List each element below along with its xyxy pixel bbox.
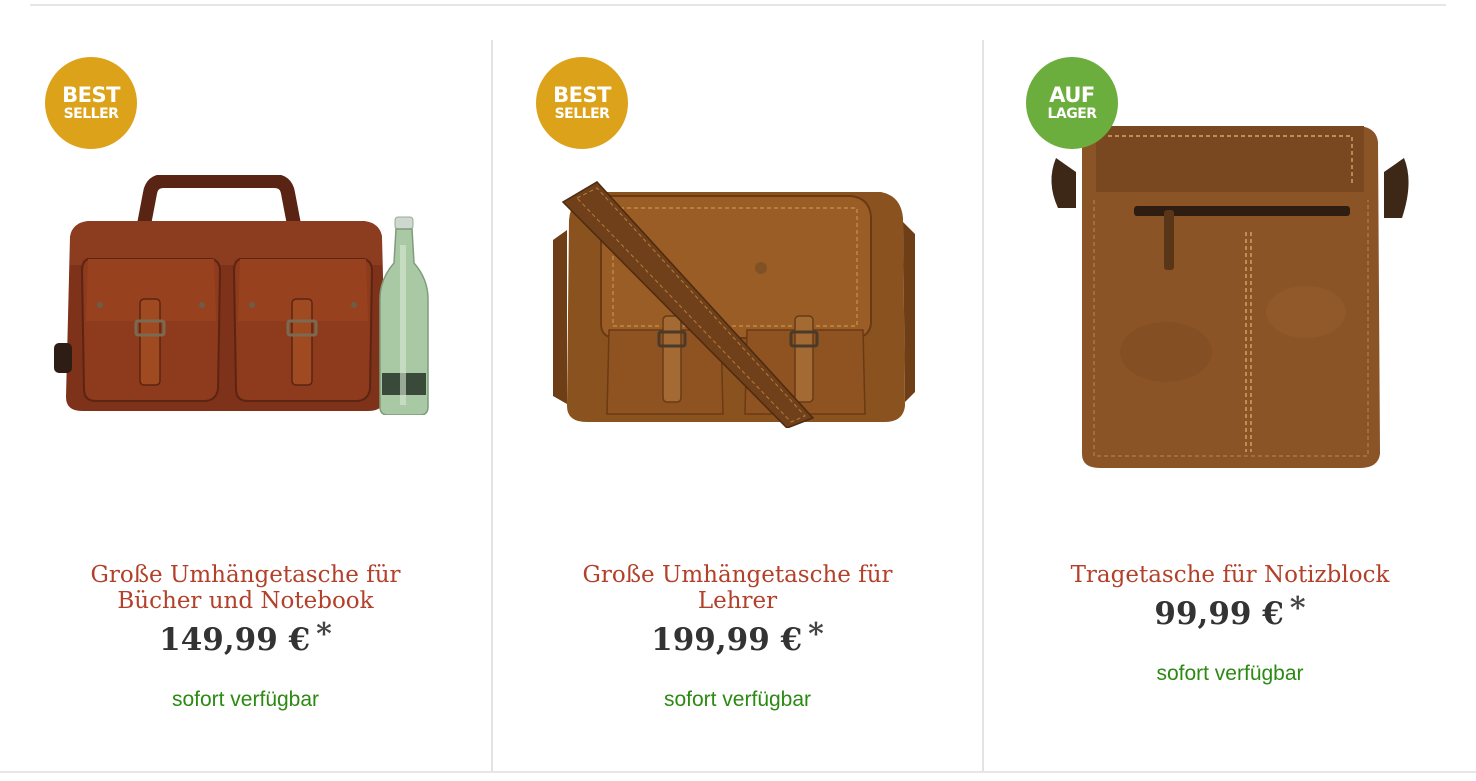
- product-card[interactable]: BEST SELLER Große Umhängetasche für Lehr…: [491, 40, 982, 771]
- bestseller-badge: BEST SELLER: [536, 57, 628, 149]
- bestseller-badge: BEST SELLER: [45, 57, 137, 149]
- product-image-briefcase[interactable]: [52, 175, 448, 415]
- badge-line1: BEST: [62, 83, 120, 107]
- product-title-line1[interactable]: Große Umhängetasche für: [533, 562, 942, 588]
- badge-line2: SELLER: [554, 106, 610, 122]
- product-card[interactable]: AUF LAGER Tragetasche für Notizblock 99,: [982, 40, 1476, 771]
- bottom-divider: [0, 771, 1476, 773]
- product-title-line2[interactable]: Bücher und Notebook: [40, 588, 451, 614]
- product-image-messenger-bag[interactable]: [551, 160, 917, 428]
- product-price: 149,99 € *: [0, 617, 491, 658]
- price-value: 149,99 €: [159, 622, 311, 658]
- price-asterisk: *: [316, 617, 332, 652]
- product-title[interactable]: Große Umhängetasche für Bücher und Noteb…: [0, 562, 491, 614]
- product-price: 199,99 € *: [493, 617, 982, 658]
- product-title-line1[interactable]: Große Umhängetasche für: [40, 562, 451, 588]
- availability-status: sofort verfügbar: [1156, 662, 1304, 685]
- badge-line2: LAGER: [1047, 106, 1097, 122]
- product-price: 99,99 € *: [984, 591, 1476, 632]
- product-title-line2[interactable]: Lehrer: [533, 588, 942, 614]
- price-asterisk: *: [808, 617, 824, 652]
- top-divider: [30, 4, 1446, 6]
- availability-status: sofort verfügbar: [663, 688, 812, 711]
- product-card[interactable]: BEST SELLER Große Umhängetasche für Büch…: [0, 40, 491, 771]
- product-title[interactable]: Große Umhängetasche für Lehrer: [493, 562, 982, 614]
- product-image-shoulder-bag[interactable]: [1046, 122, 1414, 474]
- price-value: 99,99 €: [1154, 596, 1284, 632]
- badge-line1: AUF: [1049, 83, 1095, 107]
- availability-status: sofort verfügbar: [171, 688, 320, 711]
- product-title[interactable]: Tragetasche für Notizblock: [984, 562, 1476, 588]
- badge-line1: BEST: [553, 83, 611, 107]
- price-asterisk: *: [1289, 591, 1306, 626]
- price-value: 199,99 €: [651, 622, 803, 658]
- in-stock-badge: AUF LAGER: [1026, 57, 1118, 149]
- product-grid: BEST SELLER Große Umhängetasche für Büch…: [0, 40, 1476, 771]
- product-title-line1[interactable]: Tragetasche für Notizblock: [1024, 562, 1436, 588]
- badge-line2: SELLER: [63, 106, 119, 122]
